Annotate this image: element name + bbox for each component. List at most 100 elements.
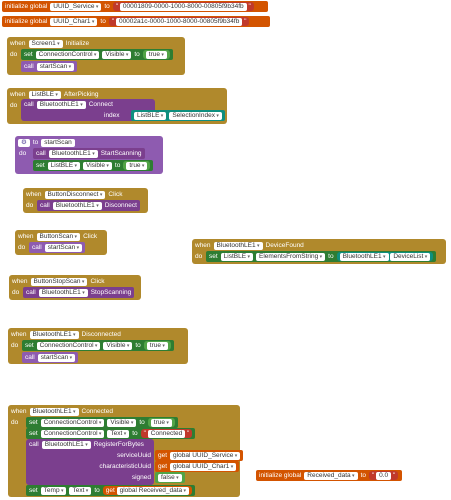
component-select[interactable]: BluetoothLE1 [29, 330, 79, 339]
component-select[interactable]: BluetoothLE1 [213, 241, 263, 250]
global-uuid-char1[interactable]: initialize global UUID_Char1 to " 00002a… [2, 16, 270, 27]
bool-value[interactable]: true [150, 419, 172, 427]
set-component[interactable]: ConnectionControl [36, 341, 101, 350]
get-received-data[interactable]: get global Received_data [102, 486, 193, 495]
call-component[interactable]: BluetoothLE1 [52, 201, 102, 210]
get-uuid-service[interactable]: get global UUID_Service [155, 450, 244, 461]
devicelist-getter[interactable]: BluetoothLE1 DeviceList [336, 252, 434, 261]
call-stopscanning[interactable]: call BluetoothLE1 StopScanning [23, 287, 135, 298]
bool-value[interactable]: true [126, 162, 148, 170]
getter-property[interactable]: SelectionIndex [169, 111, 222, 120]
global-name[interactable]: UUID_Service [50, 2, 102, 11]
call-component[interactable]: BluetoothLE1 [36, 100, 86, 109]
call-startscanning[interactable]: call BluetoothLE1 StartScanning [33, 148, 145, 159]
set-listble-visible[interactable]: set ListBLE Visible to true [33, 160, 154, 171]
string-value[interactable]: " 0.0 " [368, 471, 399, 480]
get-variable[interactable]: global UUID_Char1 [170, 462, 237, 471]
getter-component[interactable]: BluetoothLE1 [339, 253, 389, 261]
string-value[interactable]: " 00002a1c-0000-1000-8000-00805f9b34fb " [108, 17, 250, 26]
call-component[interactable]: BluetoothLE1 [48, 149, 98, 158]
set-property[interactable]: Visible [82, 161, 112, 170]
set-component[interactable]: ConnectionControl [35, 50, 100, 59]
event-buttondisconnect-click[interactable]: when ButtonDisconnect Click do call Blue… [23, 188, 148, 213]
bool-value[interactable]: true [145, 51, 167, 59]
set-property[interactable]: ElementsFromString [255, 252, 326, 261]
component-select[interactable]: ButtonStopScan [30, 277, 88, 286]
set-property[interactable]: Text [69, 486, 92, 495]
bool-false[interactable]: false [155, 472, 185, 483]
global-name[interactable]: UUID_Char1 [50, 17, 98, 26]
event-bluetoothle1-devicefound[interactable]: when BluetoothLE1 DeviceFound do set Lis… [192, 239, 446, 264]
bool-value[interactable]: false [158, 473, 182, 482]
component-select[interactable]: ButtonDisconnect [44, 190, 106, 199]
call-proc[interactable]: call startScan [29, 242, 86, 253]
selection-index-getter[interactable]: ListBLE SelectionIndex [131, 110, 225, 121]
set-visible[interactable]: set ConnectionControl Visible to true [26, 417, 178, 428]
when-label: when [10, 91, 26, 98]
string-value[interactable]: " 00001809-0000-1000-8000-00805f9b34fb " [112, 2, 254, 11]
string-text[interactable]: 00001809-0000-1000-8000-00805f9b34fb [119, 3, 247, 11]
proc-name[interactable]: startScan [36, 62, 75, 71]
event-bluetoothle1-disconnected[interactable]: when BluetoothLE1 Disconnected do set Co… [8, 328, 188, 364]
global-uuid-service[interactable]: initialize global UUID_Service to " 0000… [2, 1, 268, 12]
call-component[interactable]: BluetoothLE1 [41, 440, 91, 449]
set-property[interactable]: Visible [103, 341, 133, 350]
event-screen1-initialize[interactable]: when Screen1 Initialize do set Connectio… [7, 37, 185, 75]
get-variable[interactable]: global Received_data [116, 487, 190, 495]
event-label: Disconnected [81, 331, 121, 338]
event-buttonscan-click[interactable]: when ButtonScan Click do call startScan [15, 230, 107, 255]
set-component[interactable]: ConnectionControl [40, 429, 105, 438]
method-label: StopScanning [90, 289, 132, 296]
component-select[interactable]: BluetoothLE1 [29, 407, 79, 416]
event-label: AfterPicking [63, 91, 99, 98]
set-block[interactable]: set ConnectionControl Visible to true [22, 340, 174, 351]
getter-component[interactable]: ListBLE [134, 111, 167, 120]
get-variable[interactable]: global UUID_Service [170, 451, 241, 460]
string-text[interactable]: 00002a1c-0000-1000-8000-00805f9b34fb [115, 18, 243, 26]
call-proc[interactable]: call startScan [22, 352, 79, 363]
string-value[interactable]: " Connected " [140, 429, 193, 438]
set-component[interactable]: ListBLE [47, 161, 80, 170]
get-uuid-char1[interactable]: get global UUID_Char1 [155, 461, 240, 472]
set-label: set [24, 51, 33, 58]
set-temp-text[interactable]: set Temp Text to get global Received_dat… [26, 485, 196, 496]
component-select[interactable]: Screen1 [28, 39, 63, 48]
do-label: do [11, 342, 19, 349]
bool-value[interactable]: true [146, 342, 168, 350]
set-component[interactable]: ListBLE [220, 252, 253, 261]
set-label: set [209, 253, 218, 260]
event-bluetoothle1-connected[interactable]: when BluetoothLE1 Connected do set Conne… [8, 405, 244, 497]
call-component[interactable]: BluetoothLE1 [38, 288, 88, 297]
to-label: to [104, 3, 110, 10]
set-component[interactable]: ConnectionControl [40, 418, 105, 427]
set-property[interactable]: Text [107, 429, 130, 438]
proc-name[interactable]: startScan [44, 243, 83, 252]
call-registerforbytes[interactable]: call BluetoothLE1 RegisterForBytes servi… [26, 439, 154, 485]
bool-block[interactable]: true [142, 50, 170, 59]
call-disconnect[interactable]: call BluetoothLE1 Disconnect [37, 200, 140, 211]
do-label: do [10, 51, 18, 58]
global-name[interactable]: Received_data [304, 471, 358, 480]
set-text[interactable]: set ConnectionControl Text to " Connecte… [26, 428, 196, 439]
call-proc[interactable]: call startScan [21, 61, 78, 72]
event-buttonstopscan-click[interactable]: when ButtonStopScan Click do call Blueto… [9, 275, 141, 300]
getter-property[interactable]: DeviceList [390, 253, 431, 261]
set-block[interactable]: set ConnectionControl Visible to true [21, 49, 173, 60]
set-elements[interactable]: set ListBLE ElementsFromString to Blueto… [206, 251, 437, 262]
component-select[interactable]: ButtonScan [36, 232, 81, 241]
set-property[interactable]: Visible [102, 50, 132, 59]
proc-name[interactable]: startScan [41, 138, 75, 147]
set-component[interactable]: Temp [40, 486, 67, 495]
global-received-data[interactable]: initialize global Received_data to " 0.0… [256, 470, 402, 481]
string-text[interactable]: 0.0 [376, 472, 392, 480]
proc-name[interactable]: startScan [37, 353, 76, 362]
bool-block[interactable]: true [147, 418, 175, 427]
component-select[interactable]: ListBLE [28, 90, 61, 99]
event-listble-afterpicking[interactable]: when ListBLE AfterPicking do call Blueto… [7, 88, 227, 124]
bool-block[interactable]: true [143, 341, 171, 350]
procedure-startscan[interactable]: ⚙ to startScan do call BluetoothLE1 Star… [15, 136, 163, 174]
string-text[interactable]: Connected [147, 430, 186, 438]
gear-icon[interactable]: ⚙ [18, 138, 30, 147]
set-property[interactable]: Visible [107, 418, 137, 427]
bool-block[interactable]: true [123, 161, 151, 170]
